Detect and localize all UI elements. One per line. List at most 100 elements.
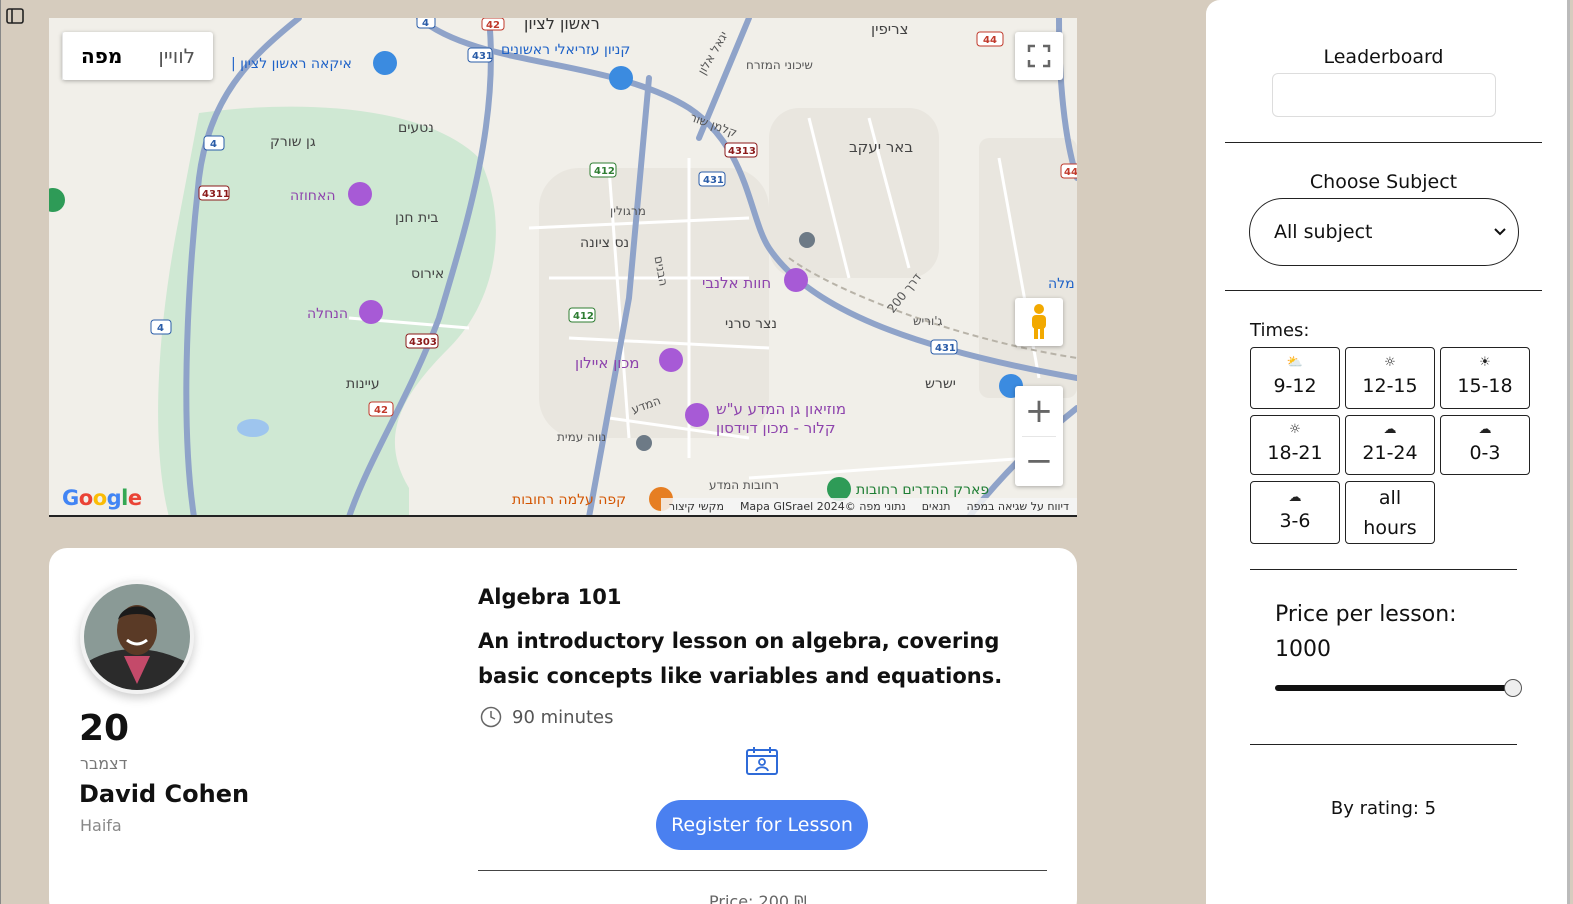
- filter-panel: Leaderboard Choose Subject All subject T…: [1206, 0, 1570, 904]
- time-label: 21-24: [1362, 442, 1418, 464]
- urban-area-2: [769, 108, 939, 278]
- map-label-gan-sorek: גן שורק: [270, 134, 316, 150]
- times-label: Times:: [1250, 320, 1310, 341]
- time-button-21-24[interactable]: ☁ 21-24: [1345, 415, 1435, 475]
- lesson-month: דצמבר: [80, 754, 128, 773]
- scrollbar[interactable]: [1567, 0, 1570, 904]
- svg-text:431: 431: [472, 51, 493, 62]
- svg-text:412: 412: [594, 166, 615, 177]
- rating-filter[interactable]: By rating: 5: [1206, 798, 1561, 819]
- subject-select[interactable]: All subject: [1249, 198, 1519, 266]
- map-label-rishon: ראשון לציון: [524, 18, 600, 33]
- svg-text:44: 44: [983, 35, 997, 46]
- map-label-shikunei: שיכוני המזרח: [746, 58, 813, 72]
- calendar-user-icon[interactable]: [745, 746, 779, 776]
- map-label-neve-amit: נווה עמית: [557, 430, 607, 444]
- window-edge: [0, 0, 1, 904]
- map-label-muzeon-2: קלור - מכון דוידסון: [716, 419, 836, 437]
- lesson-price: Price: 200 ₪: [709, 892, 807, 904]
- time-button-12-15[interactable]: ☼ 12-15: [1345, 347, 1435, 409]
- map-label-ahuza: האחוזה: [290, 188, 336, 204]
- leaderboard-field[interactable]: [1272, 73, 1496, 117]
- chevron-down-icon: [1494, 228, 1506, 236]
- map-type-map-button[interactable]: מפה: [62, 32, 140, 80]
- time-button-all-hours[interactable]: all hours: [1345, 481, 1435, 544]
- time-label: 0-3: [1469, 442, 1501, 464]
- map-label-kanyon: קניון עזריאלי ראשונים: [501, 42, 631, 58]
- svg-text:42: 42: [486, 20, 500, 31]
- zoom-in-button[interactable]: +: [1015, 386, 1063, 436]
- price-filter-label: Price per lesson: 1000: [1275, 597, 1457, 667]
- map-data-text: נתוני מפה ©2024 Mapa GISrael: [739, 500, 906, 513]
- price-slider-track[interactable]: [1275, 685, 1515, 691]
- duration-text: 90 minutes: [512, 706, 614, 728]
- map-attribution: דיווח על שגיאה במפה תנאים נתוני מפה ©202…: [660, 498, 1077, 515]
- divider: [1225, 142, 1542, 143]
- cloud-sun-icon: ⛅: [1286, 355, 1304, 370]
- pegman-icon: [1032, 304, 1046, 339]
- price-title: Price per lesson:: [1275, 602, 1457, 627]
- time-button-18-21[interactable]: ☼ 18-21: [1250, 415, 1340, 475]
- map-type-satellite-button[interactable]: לוויין: [140, 32, 213, 80]
- divider: [1225, 290, 1542, 291]
- map-label-muzeon-1: מוזיאון גן המדע ע"ש: [716, 400, 847, 418]
- teacher-avatar: [80, 580, 194, 694]
- divider: [1250, 569, 1517, 570]
- report-error-link[interactable]: דיווח על שגיאה במפה: [967, 500, 1070, 513]
- map-label-beer-yaakov: באר יעקב: [849, 138, 913, 156]
- map-label-ikea: איקאה ראשון לציון |: [231, 56, 352, 72]
- lesson-card: 20 דצמבר David Cohen Haifa Algebra 101 A…: [49, 548, 1077, 904]
- map-label-yishresh: ישרש: [925, 376, 956, 392]
- svg-text:4: 4: [157, 323, 164, 334]
- lesson-day: 20: [79, 708, 130, 749]
- lesson-title: Algebra 101: [478, 585, 622, 609]
- register-button[interactable]: Register for Lesson: [656, 800, 868, 850]
- terms-link[interactable]: תנאים: [922, 500, 951, 513]
- map-label-tzrifin: צריפין: [871, 20, 909, 38]
- map-type-control: מפה לוויין: [62, 32, 214, 80]
- time-label: 3-6: [1279, 509, 1311, 532]
- svg-text:412: 412: [573, 311, 594, 322]
- map-label-ayanot: עיינות: [346, 376, 380, 392]
- svg-text:431: 431: [703, 175, 724, 186]
- street-view-button[interactable]: [1015, 298, 1063, 346]
- map-label-margolin: מרגולין: [610, 204, 646, 218]
- clock-icon: [480, 706, 502, 728]
- sun-icon: ☼: [1384, 355, 1396, 370]
- svg-text:42: 42: [374, 405, 388, 416]
- svg-text:4311: 4311: [202, 189, 230, 200]
- zoom-out-button[interactable]: −: [1015, 436, 1063, 486]
- fullscreen-icon: [1027, 44, 1051, 68]
- time-label: all hours: [1363, 486, 1417, 539]
- map-label-nes-ziona: נס ציונה: [580, 235, 630, 251]
- teacher-city: Haifa: [80, 816, 122, 835]
- svg-text:4: 4: [422, 18, 429, 29]
- pond: [237, 419, 269, 437]
- time-label: 9-12: [1273, 375, 1317, 397]
- subject-title: Choose Subject: [1309, 171, 1458, 193]
- sidebar-toggle-icon[interactable]: [5, 6, 25, 26]
- shortcuts-link[interactable]: מקשי קיצור: [669, 500, 724, 513]
- map-label-netzer: נצר סרני: [725, 316, 777, 332]
- sunset-icon: ☀: [1479, 355, 1491, 370]
- time-button-0-3[interactable]: ☁ 0-3: [1440, 415, 1530, 475]
- fullscreen-button[interactable]: [1015, 32, 1063, 80]
- cloud-rain-icon: ☁: [1383, 422, 1397, 437]
- card-divider: [478, 870, 1047, 871]
- cloud-icon: ☁: [1288, 489, 1302, 505]
- google-logo: Google: [62, 486, 142, 510]
- map-label-irus: אירוס: [411, 266, 445, 282]
- map-label-jors: ג'וריש: [913, 314, 943, 328]
- time-button-15-18[interactable]: ☀ 15-18: [1440, 347, 1530, 409]
- svg-text:4303: 4303: [409, 337, 437, 348]
- price-slider-thumb[interactable]: [1504, 679, 1522, 697]
- time-label: 15-18: [1457, 375, 1513, 397]
- svg-text:431: 431: [935, 343, 956, 354]
- map-label-nahala: הנחלה: [307, 306, 349, 322]
- teacher-name: David Cohen: [79, 780, 250, 808]
- time-button-3-6[interactable]: ☁ 3-6: [1250, 481, 1340, 544]
- price-value: 1000: [1275, 637, 1331, 662]
- map[interactable]: 431 42 4 4 4311 412 431 4313 412 4 4303 …: [49, 18, 1077, 517]
- map-label-hot-albi: חוות אלנבי: [702, 274, 772, 292]
- time-button-9-12[interactable]: ⛅ 9-12: [1250, 347, 1340, 409]
